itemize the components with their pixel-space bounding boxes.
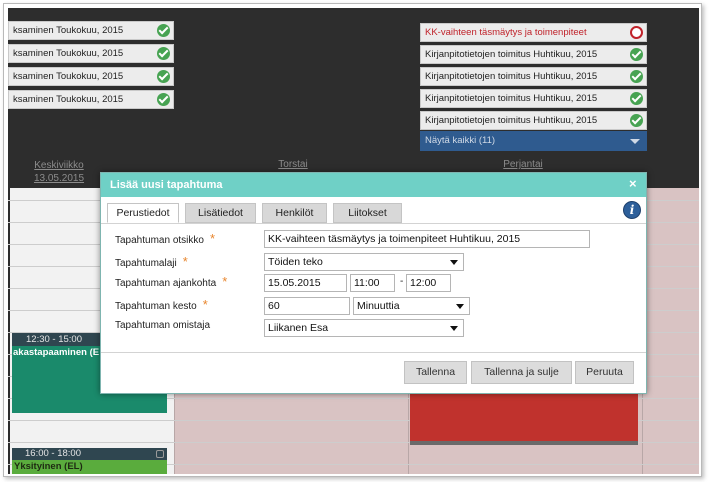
tab-lisatiedot[interactable]: Lisätiedot xyxy=(185,203,256,223)
subject-input[interactable]: KK-vaihteen täsmäytys ja toimenpiteet Hu… xyxy=(264,230,590,248)
dialog-title: Lisää uusi tapahtuma xyxy=(110,179,223,191)
duration-unit-select[interactable]: Minuuttia xyxy=(353,297,470,315)
close-icon[interactable]: × xyxy=(629,177,639,190)
dialog-title-bar: Lisää uusi tapahtuma × xyxy=(101,173,646,197)
footer-divider xyxy=(101,352,646,353)
day-header-friday[interactable]: Perjantai xyxy=(478,158,568,171)
calendar-event-private[interactable]: 16:00 - 18:00 Yksityinen (EL) xyxy=(12,448,167,474)
type-label: Tapahtumalaji * xyxy=(115,254,188,269)
day-header-wednesday[interactable]: Keskiviikko 13.05.2015 xyxy=(16,159,102,185)
add-event-dialog: Lisää uusi tapahtuma × Perustiedot Lisät… xyxy=(100,172,647,394)
show-all-label: Näytä kaikki (11) xyxy=(425,135,496,146)
task-item[interactable]: Kirjanpitotietojen toimitus Huhtikuu, 20… xyxy=(420,45,647,64)
duration-label: Tapahtuman kesto * xyxy=(115,297,208,312)
check-icon xyxy=(157,70,170,83)
owner-label: Tapahtuman omistaja xyxy=(115,320,211,331)
task-item[interactable]: ksaminen Toukokuu, 2015 xyxy=(8,21,174,40)
lock-icon xyxy=(156,450,164,458)
window-frame: ksaminen Toukokuu, 2015 ksaminen Toukoku… xyxy=(3,3,702,477)
task-item[interactable]: KK-vaihteen täsmäytys ja toimenpiteet xyxy=(420,23,647,42)
task-item[interactable]: ksaminen Toukokuu, 2015 xyxy=(8,90,174,109)
task-item[interactable]: ksaminen Toukokuu, 2015 xyxy=(8,67,174,86)
day-name: Keskiviikko xyxy=(34,160,84,171)
event-time: 16:00 - 18:00 xyxy=(25,448,81,459)
task-label: Kirjanpitotietojen toimitus Huhtikuu, 20… xyxy=(425,93,598,104)
duration-input[interactable]: 60 xyxy=(264,297,350,315)
task-label: ksaminen Toukokuu, 2015 xyxy=(13,71,124,82)
check-icon xyxy=(157,47,170,60)
task-label: ksaminen Toukokuu, 2015 xyxy=(13,94,124,105)
check-icon xyxy=(157,24,170,37)
start-time-input[interactable]: 11:00 xyxy=(350,274,395,292)
required-asterisk: * xyxy=(209,231,216,246)
task-item[interactable]: Kirjanpitotietojen toimitus Huhtikuu, 20… xyxy=(420,89,647,108)
task-label: KK-vaihteen täsmäytys ja toimenpiteet xyxy=(425,27,587,38)
calendar-view: ksaminen Toukokuu, 2015 ksaminen Toukoku… xyxy=(8,8,699,474)
chevron-down-icon xyxy=(630,139,640,144)
task-item[interactable]: ksaminen Toukokuu, 2015 xyxy=(8,44,174,63)
task-label: ksaminen Toukokuu, 2015 xyxy=(13,48,124,59)
task-label: Kirjanpitotietojen toimitus Huhtikuu, 20… xyxy=(425,115,598,126)
tab-perustiedot[interactable]: Perustiedot xyxy=(107,203,179,223)
tab-liitokset[interactable]: Liitokset xyxy=(333,203,402,223)
day-name: Perjantai xyxy=(503,159,543,170)
task-label: Kirjanpitotietojen toimitus Huhtikuu, 20… xyxy=(425,71,598,82)
open-circle-icon xyxy=(630,26,643,39)
owner-select[interactable]: Liikanen Esa xyxy=(264,319,464,337)
calendar-event-new[interactable] xyxy=(410,393,638,445)
check-icon xyxy=(630,70,643,83)
date-input[interactable]: 15.05.2015 xyxy=(264,274,347,292)
task-label: ksaminen Toukokuu, 2015 xyxy=(13,25,124,36)
end-time-input[interactable]: 12:00 xyxy=(406,274,451,292)
when-label: Tapahtuman ajankohta * xyxy=(115,274,228,289)
grid-edge xyxy=(8,188,10,474)
time-separator: - xyxy=(400,276,404,287)
event-type-select[interactable]: Töiden teko xyxy=(264,253,464,271)
required-asterisk: * xyxy=(182,254,188,269)
task-item[interactable]: Kirjanpitotietojen toimitus Huhtikuu, 20… xyxy=(420,111,647,130)
tab-henkilot[interactable]: Henkilöt xyxy=(262,203,327,223)
subject-label: Tapahtuman otsikko * xyxy=(115,231,216,246)
day-name: Torstai xyxy=(278,159,308,170)
show-all-button[interactable]: Näytä kaikki (11) xyxy=(420,131,647,151)
check-icon xyxy=(630,114,643,127)
event-footer xyxy=(410,441,638,445)
required-asterisk: * xyxy=(202,297,208,312)
tab-divider xyxy=(101,223,646,224)
task-label: Kirjanpitotietojen toimitus Huhtikuu, 20… xyxy=(425,49,598,60)
day-header-thursday[interactable]: Torstai xyxy=(248,158,338,171)
day-date: 13.05.2015 xyxy=(33,173,85,184)
check-icon xyxy=(157,93,170,106)
info-icon[interactable]: i xyxy=(623,201,641,219)
save-and-close-button[interactable]: Tallenna ja sulje xyxy=(471,361,572,384)
cancel-button[interactable]: Peruuta xyxy=(575,361,634,384)
check-icon xyxy=(630,92,643,105)
required-asterisk: * xyxy=(222,274,228,289)
check-icon xyxy=(630,48,643,61)
event-title: Yksityinen (EL) xyxy=(12,460,167,474)
save-button[interactable]: Tallenna xyxy=(404,361,467,384)
task-item[interactable]: Kirjanpitotietojen toimitus Huhtikuu, 20… xyxy=(420,67,647,86)
